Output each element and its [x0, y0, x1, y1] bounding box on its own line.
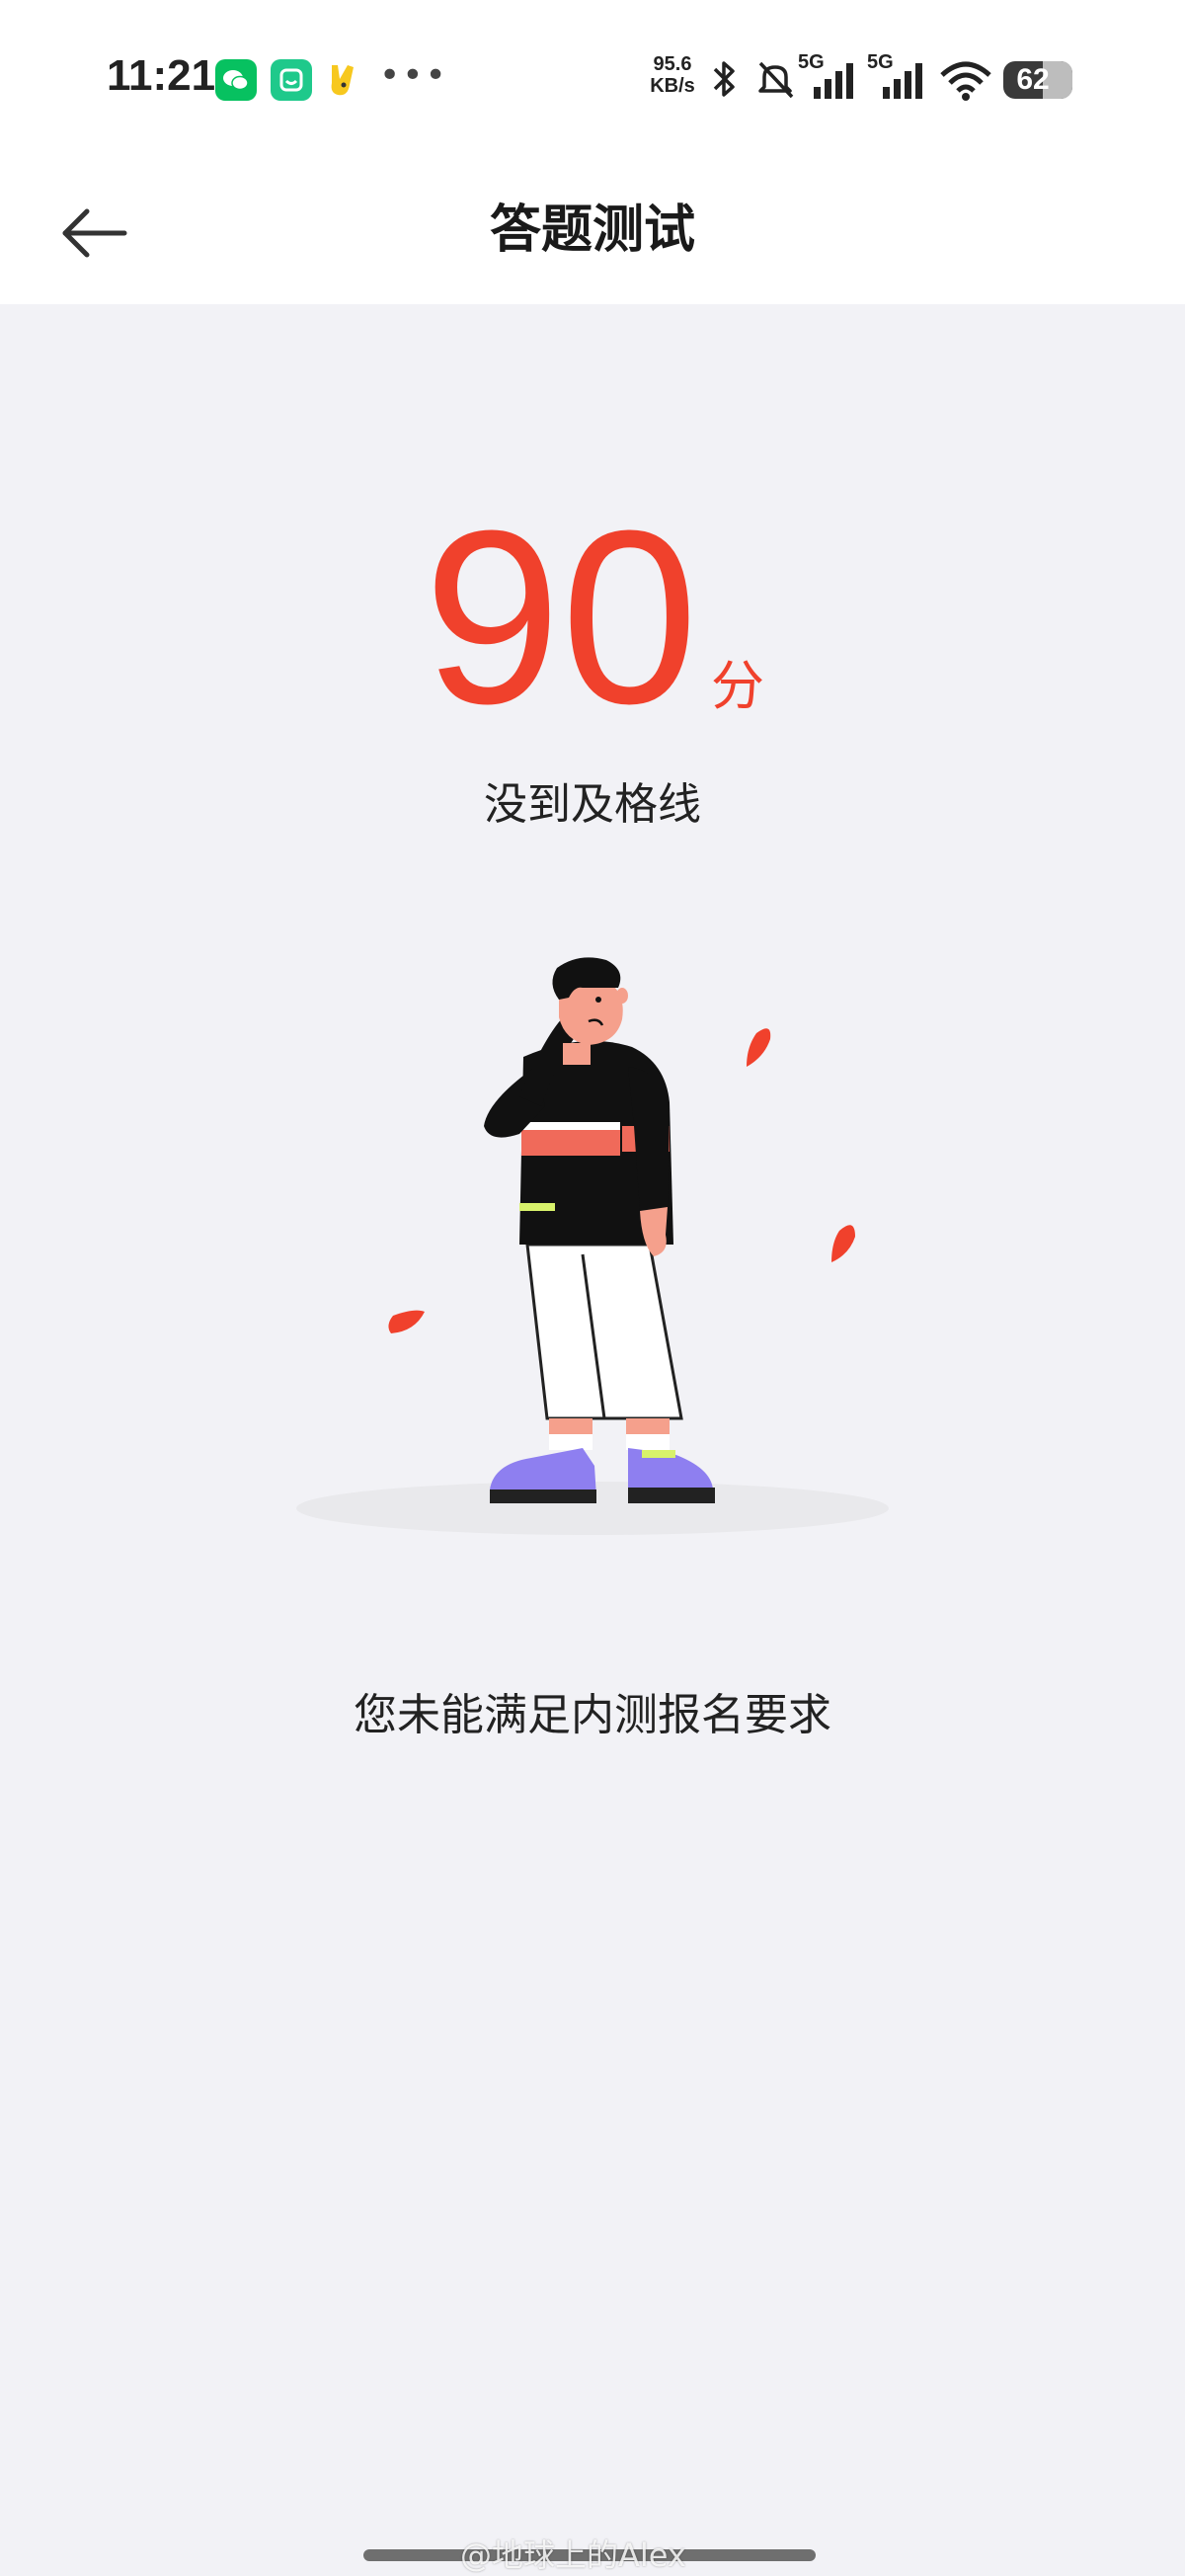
net-speed: 95.6 KB/s	[644, 53, 701, 97]
mute-icon	[758, 61, 794, 99]
wechat-icon	[215, 59, 257, 101]
signal-icon	[814, 63, 853, 99]
status-bar: 11:21 ••• 95.6 KB/s 5G 5G 62	[0, 0, 1185, 158]
net-speed-value: 95.6	[653, 53, 692, 75]
petal-icon	[831, 1225, 855, 1262]
result-status: 没到及格线	[484, 779, 701, 830]
result-message: 您未能满足内测报名要求	[354, 1690, 831, 1740]
score-value: 90	[423, 479, 699, 755]
score-display: 90 分	[0, 494, 1185, 741]
battery-level: 62	[1016, 63, 1050, 96]
navigation-bar: 答题测试	[0, 158, 1185, 304]
more-icon: •••	[379, 55, 448, 96]
petal-icon	[388, 1310, 425, 1333]
wifi-icon	[940, 61, 991, 101]
page-title: 答题测试	[489, 201, 695, 260]
bluetooth-icon	[713, 61, 735, 97]
thinking-person-illustration	[296, 957, 889, 1535]
petal-icon	[747, 1028, 771, 1067]
app-icon	[271, 59, 312, 101]
signal-icon	[883, 63, 922, 99]
pants	[525, 1243, 683, 1420]
status-time: 11:21	[107, 51, 216, 100]
net-speed-unit: KB/s	[650, 75, 695, 97]
score-unit: 分	[711, 655, 764, 717]
app-icon	[326, 59, 361, 101]
watermark: @地球上的Alex	[460, 2536, 686, 2574]
